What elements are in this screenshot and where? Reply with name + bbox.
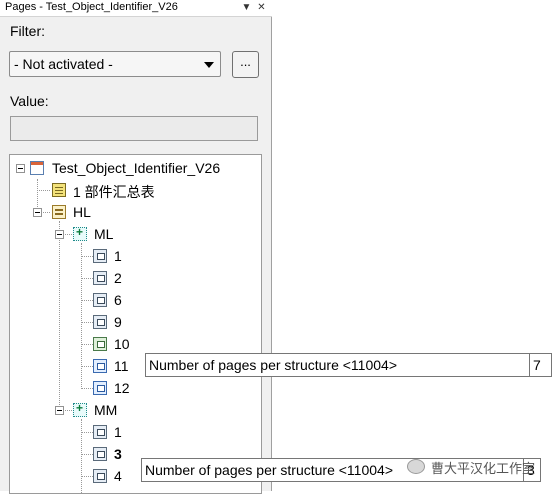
- collapse-icon[interactable]: [16, 164, 25, 173]
- function-icon: [52, 205, 66, 219]
- tree-node-label: ML: [94, 226, 114, 242]
- tree-node-label: 4: [114, 468, 122, 484]
- tree-node-label: MM: [94, 402, 118, 418]
- panel-titlebar: Pages - Test_Object_Identifier_V26 ▼ ✕: [0, 0, 272, 17]
- value-label: Value:: [10, 93, 49, 109]
- page-icon: [93, 315, 107, 329]
- location-icon: [73, 401, 87, 417]
- location-icon: [73, 225, 87, 241]
- tree-node-hl[interactable]: HL: [10, 202, 260, 222]
- tree-node-page[interactable]: 6: [10, 290, 260, 310]
- page-icon: [93, 271, 107, 285]
- project-icon: [30, 161, 44, 175]
- tree-node-label: 1: [114, 248, 122, 264]
- tree-node-label: 6: [114, 292, 122, 308]
- page-icon: [93, 425, 107, 439]
- tree-node-label: HL: [73, 204, 91, 220]
- tooltip-value: 7: [533, 357, 541, 373]
- tree-node-label: 3: [114, 446, 122, 462]
- tree-node-page[interactable]: 1: [10, 246, 260, 266]
- tree-node-page[interactable]: 2: [10, 268, 260, 288]
- tooltip-text: Number of pages per structure <11004>: [149, 357, 398, 373]
- page-icon: [93, 469, 107, 483]
- page-icon: [93, 447, 107, 461]
- tree-node-label: Test_Object_Identifier_V26: [52, 160, 221, 176]
- value-field[interactable]: [10, 116, 258, 141]
- page-icon: [93, 249, 107, 263]
- collapse-icon[interactable]: [55, 406, 64, 415]
- tree-node-label: 1: [114, 424, 122, 440]
- watermark-text: 曹大平汉化工作室: [431, 461, 536, 476]
- tree-node-label: 9: [114, 314, 122, 330]
- multi-line-page-icon: [93, 359, 107, 373]
- page-icon: [93, 293, 107, 307]
- tree-node-label: 12: [114, 380, 130, 396]
- filter-select[interactable]: - Not activated -: [9, 51, 221, 77]
- collapse-icon[interactable]: [55, 230, 64, 239]
- filter-label: Filter:: [10, 23, 45, 39]
- tooltip-page-count: Number of pages per structure <11004> 7: [145, 353, 552, 377]
- panel-title: Pages - Test_Object_Identifier_V26: [5, 1, 178, 13]
- close-icon[interactable]: ✕: [255, 1, 268, 14]
- tree-node-label: 10: [114, 336, 130, 352]
- filter-more-button[interactable]: ...: [232, 51, 259, 78]
- tree-node-ml[interactable]: ML: [10, 224, 260, 244]
- chevron-down-icon: [204, 62, 214, 68]
- tree-node-mm[interactable]: MM: [10, 400, 260, 420]
- tooltip-text: Number of pages per structure <11004>: [145, 462, 394, 478]
- tree-node-label: 1 部件汇总表: [73, 184, 155, 200]
- multi-line-page-icon: [93, 381, 107, 395]
- tooltip-divider: [529, 354, 530, 376]
- graphic-page-icon: [93, 337, 107, 351]
- tree-node-page[interactable]: 10: [10, 334, 260, 354]
- wechat-icon: [407, 459, 425, 474]
- tree-node-page[interactable]: 12: [10, 378, 260, 398]
- table-icon: [52, 183, 66, 197]
- tree-node-project[interactable]: Test_Object_Identifier_V26: [10, 158, 260, 178]
- tree-node-label: 11: [114, 358, 129, 374]
- tree-node-page[interactable]: 9: [10, 312, 260, 332]
- tree-node-label: 2: [114, 270, 122, 286]
- pages-panel: Pages - Test_Object_Identifier_V26 ▼ ✕ F…: [0, 0, 272, 494]
- page-tree[interactable]: Test_Object_Identifier_V26 1 部件汇总表 HL ML…: [9, 154, 262, 494]
- tree-node-page[interactable]: 1: [10, 422, 260, 442]
- filter-select-value: - Not activated -: [14, 56, 113, 72]
- tree-node-parts-list[interactable]: 1 部件汇总表: [10, 180, 260, 200]
- dropdown-icon[interactable]: ▼: [240, 1, 253, 14]
- collapse-icon[interactable]: [33, 208, 42, 217]
